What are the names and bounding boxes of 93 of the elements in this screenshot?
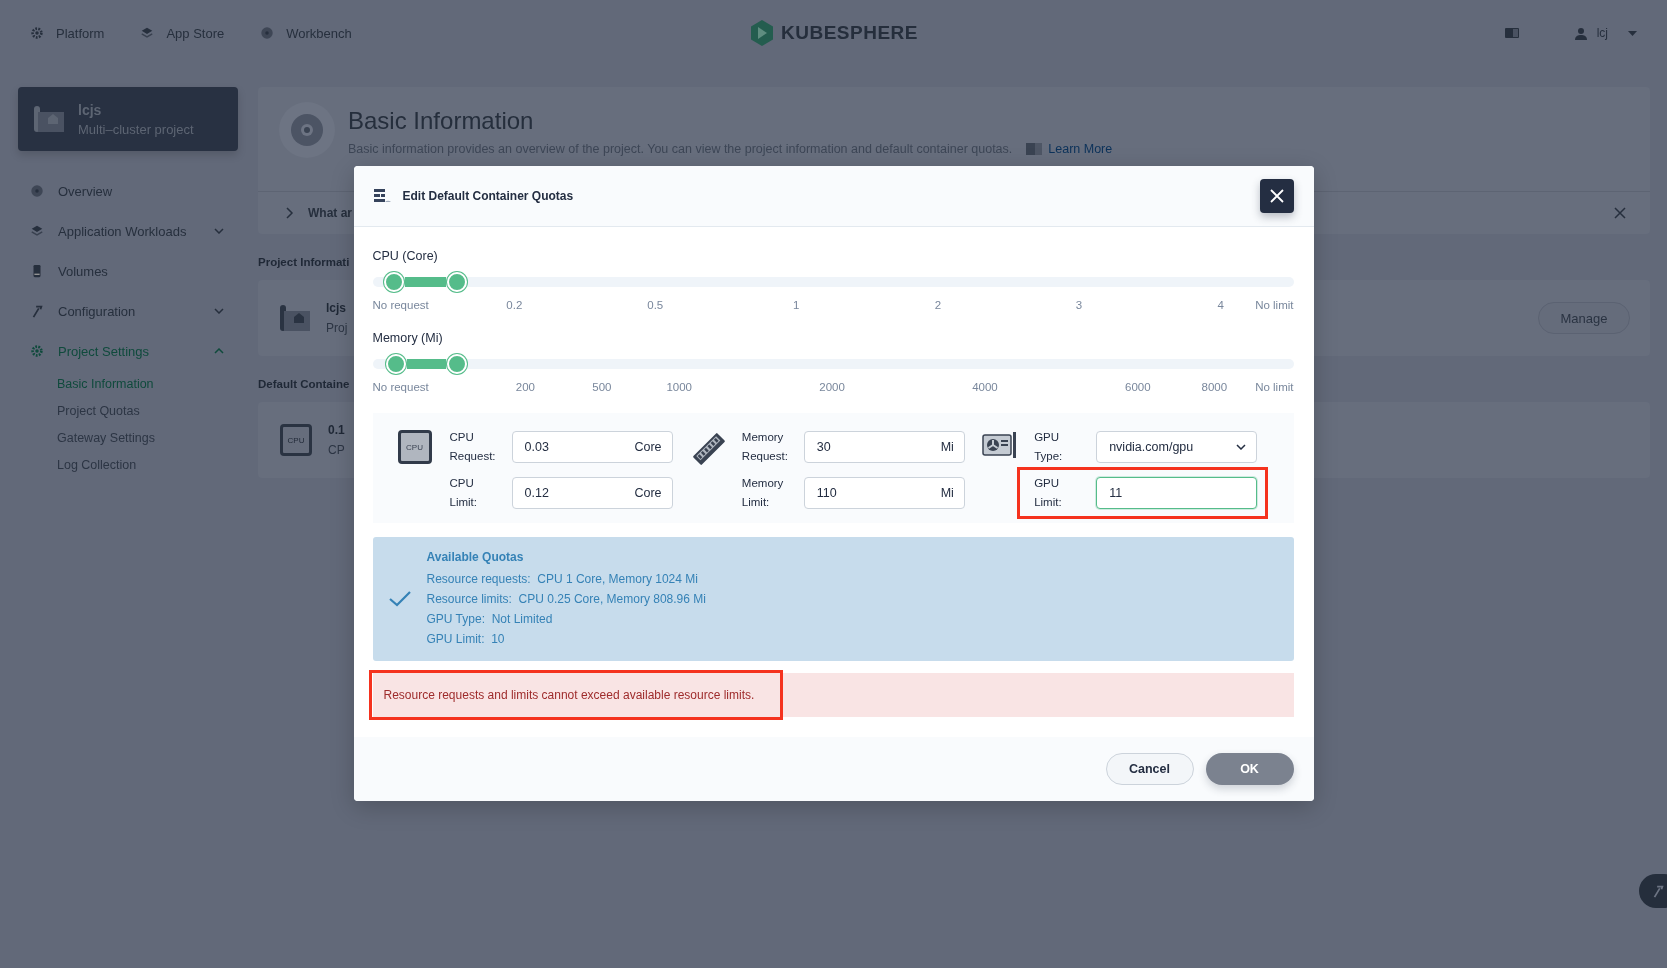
layers-icon: [140, 26, 155, 40]
chevron-down-icon: [1236, 444, 1247, 450]
error-message: Resource requests and limits cannot exceed available resource limits.: [368, 670, 784, 720]
input-field[interactable]: 0.03 Core: [511, 431, 673, 463]
quota-line: GPU Type: Not Limited: [426, 610, 554, 628]
input-field[interactable]: 11: [1096, 477, 1258, 509]
slider-thumb[interactable]: [447, 272, 468, 292]
nav-link[interactable]: Workbench: [260, 25, 352, 41]
field-label: CPU Request:: [449, 430, 497, 464]
quota-value: 0.1: [328, 423, 345, 437]
slider-mark: No request: [372, 381, 429, 393]
field-label: Memory Limit:: [741, 476, 785, 510]
section-heading: Project Informati: [258, 256, 350, 268]
sidebar-item[interactable]: Volumes: [18, 251, 238, 291]
slider-mark: 1: [792, 299, 800, 311]
quota-icon: [373, 189, 391, 203]
select-field[interactable]: nvidia.com/gpu: [1096, 431, 1258, 463]
close-icon[interactable]: [1614, 207, 1626, 219]
sidebar-item[interactable]: Application Workloads: [18, 211, 238, 251]
user-menu[interactable]: lcj: [1574, 26, 1637, 40]
logo-text: KUBESPHERE: [781, 22, 918, 44]
slider-range: [404, 277, 447, 287]
graphics-card-icon: [982, 430, 1019, 460]
field-label: GPU Limit:: [1034, 476, 1063, 510]
slider-mark: 200: [515, 381, 535, 393]
sidebar-item[interactable]: Configuration: [18, 291, 238, 331]
disc-icon: [278, 101, 336, 159]
slider-thumb[interactable]: [447, 354, 468, 374]
gear-icon: [30, 344, 44, 358]
slider-mark: No limit: [1255, 299, 1294, 311]
dial-icon: [30, 184, 44, 198]
nav-link[interactable]: App Store: [140, 25, 225, 41]
user-icon: [1574, 26, 1587, 40]
quota-title: Available Quotas: [426, 549, 525, 564]
sidebar-item[interactable]: Overview: [18, 171, 238, 211]
quota-line: Resource requests: CPU 1 Core, Memory 1024 Mi: [426, 570, 699, 588]
slider-mark: No limit: [1255, 381, 1294, 393]
input-field[interactable]: 110 Mi: [803, 477, 965, 509]
cpu-chip-icon: CPU: [280, 424, 312, 456]
quota-label: CP: [328, 443, 345, 457]
dial-icon: [260, 26, 275, 40]
field-label: Memory Request:: [741, 430, 789, 464]
quota-line: Resource limits: CPU 0.25 Core, Memory 808.96 Mi: [426, 590, 706, 608]
hammer-icon: [1651, 884, 1665, 898]
layers-icon: [30, 224, 44, 238]
check-icon: [388, 591, 411, 607]
project-name: lcjs: [326, 301, 347, 315]
section-heading: Default Containe: [258, 378, 350, 390]
page-title: Basic Information: [348, 107, 535, 135]
learn-more-link[interactable]: Learn More: [1026, 142, 1113, 156]
gear-icon: [30, 26, 44, 40]
sidebar-item[interactable]: Project Settings: [18, 331, 238, 371]
slider-mark: 4000: [972, 381, 998, 393]
logo-icon: [749, 19, 775, 47]
slider-mark: No request: [372, 299, 429, 311]
field-label: GPU Type:: [1034, 430, 1064, 464]
input-field[interactable]: 30 Mi: [803, 431, 965, 463]
project-icon: [280, 303, 310, 333]
dialog-title: Edit Default Container Quotas: [402, 189, 575, 203]
slider-mark: 0.5: [647, 299, 664, 311]
slider-mark: 4: [1217, 299, 1224, 311]
hammer-icon: [30, 304, 44, 318]
quota-line: GPU Limit: 10: [426, 630, 506, 648]
chevron-right-icon[interactable]: [286, 207, 294, 219]
chevron-up-icon: [214, 348, 224, 354]
slider-thumb[interactable]: [383, 272, 404, 292]
project-icon: [34, 104, 64, 134]
slider-mark: 1000: [666, 381, 692, 393]
cpu-chip-icon: CPU: [397, 430, 432, 464]
caret-icon: [1628, 30, 1637, 36]
slider-mark: 3: [1075, 299, 1083, 311]
slider-mark: 8000: [1201, 381, 1228, 393]
close-button[interactable]: [1259, 179, 1294, 213]
slider-range: [406, 359, 447, 369]
sidebar-subitem[interactable]: Basic Information: [18, 371, 238, 398]
slider-label: CPU (Core): [372, 249, 439, 263]
slider-thumb[interactable]: [385, 354, 406, 374]
chevron-down-icon: [214, 228, 224, 234]
close-icon: [1268, 188, 1285, 204]
slider-mark: 6000: [1125, 381, 1151, 393]
chevron-down-icon: [214, 308, 224, 314]
project-type: Proj: [326, 321, 348, 335]
slider-mark: 2000: [819, 381, 845, 393]
nav-link[interactable]: Platform: [30, 25, 105, 41]
slider-mark: 500: [592, 381, 612, 393]
input-field[interactable]: 0.12 Core: [511, 477, 673, 509]
slider-label: Memory (Mi): [372, 331, 444, 345]
cancel-button[interactable]: Cancel: [1105, 753, 1194, 785]
slider-mark: 0.2: [506, 299, 523, 311]
book-icon: [1026, 143, 1043, 155]
manage-button[interactable]: Manage: [1538, 302, 1630, 334]
slider-mark: 2: [934, 299, 942, 311]
field-label: CPU Limit:: [449, 476, 478, 510]
